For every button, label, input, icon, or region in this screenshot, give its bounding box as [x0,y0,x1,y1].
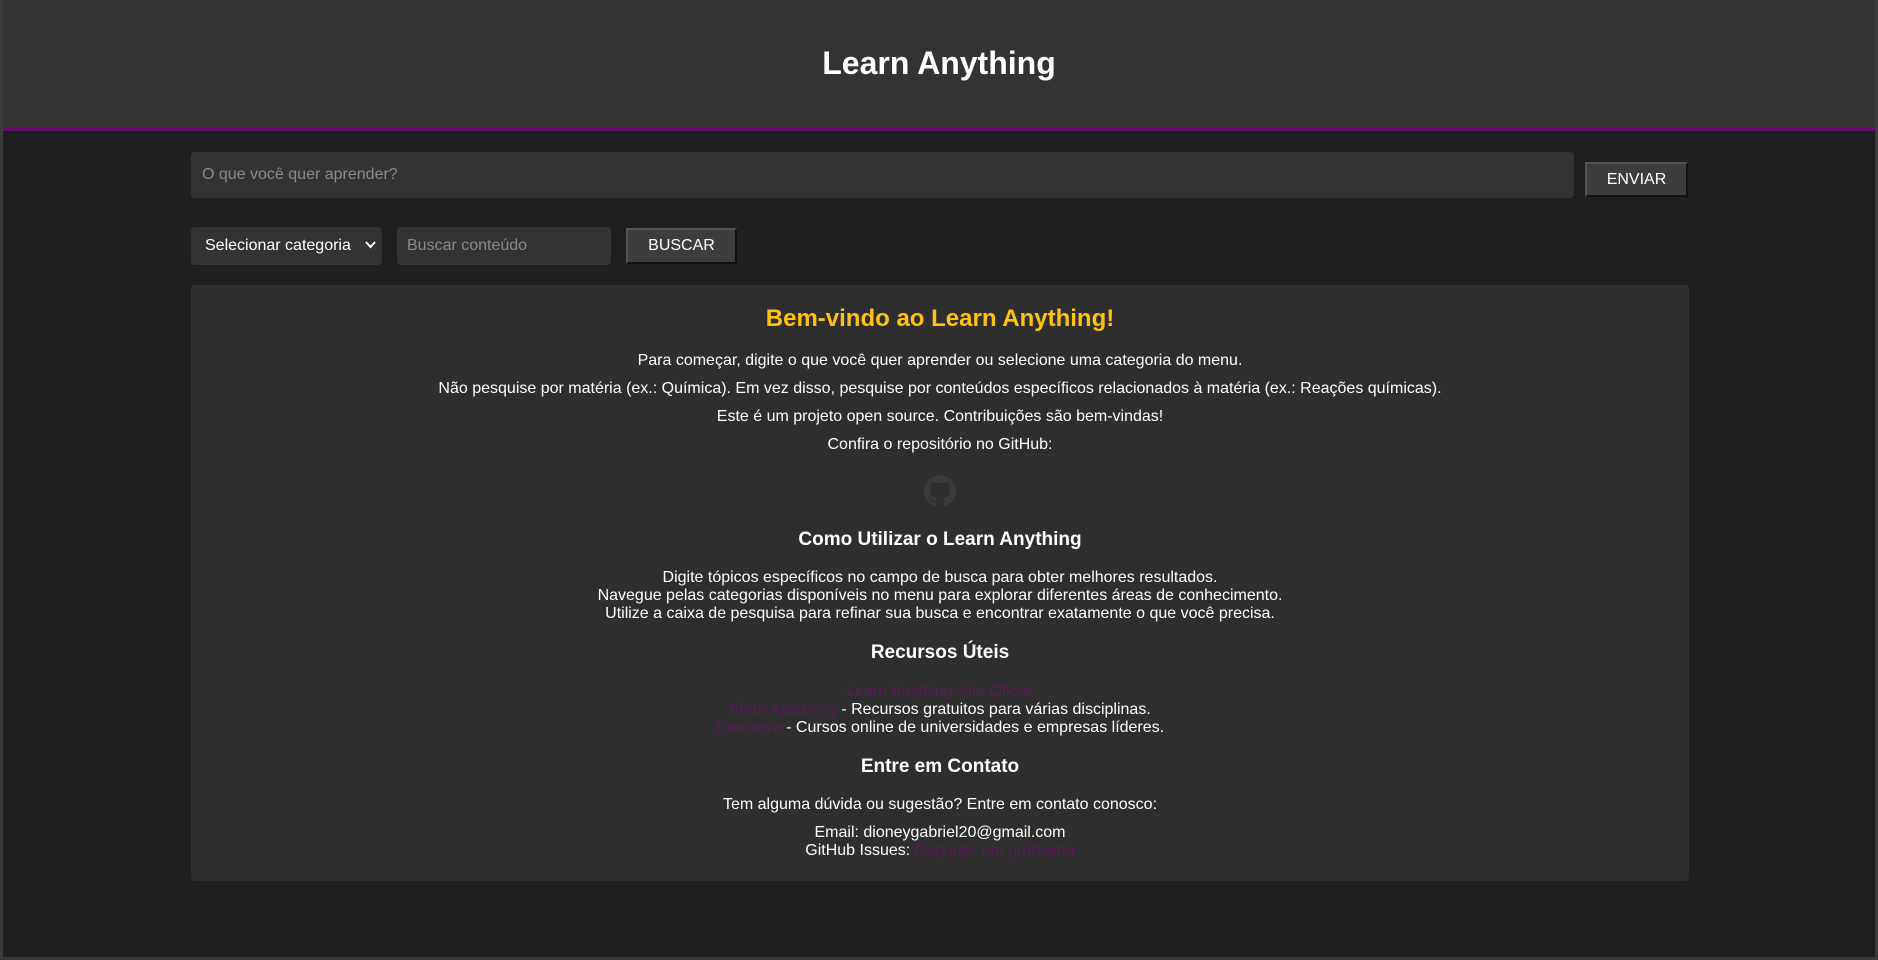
category-select[interactable]: Selecionar categoria [191,227,382,265]
welcome-line: Não pesquise por matéria (ex.: Química).… [438,380,1442,397]
welcome-title: Bem-vindo ao Learn Anything! [765,305,1115,332]
resource-desc: - Recursos gratuitos para várias discipl… [836,701,1151,718]
resource-link[interactable]: Coursera [716,719,782,736]
resources-title: Recursos Úteis [870,642,1010,663]
category-select-value: Selecionar categoria [205,237,351,254]
content-search-input[interactable] [397,227,611,265]
usage-line: Digite tópicos específicos no campo de b… [662,569,1218,586]
search-button[interactable]: BUSCAR [626,228,737,264]
page-title: Learn Anything [822,45,1056,81]
github-icon[interactable] [924,475,956,507]
issues-link[interactable]: Reportar um problema [915,842,1075,859]
header: Learn Anything [3,0,1875,131]
issues-label: GitHub Issues: [805,842,915,859]
welcome-line: Para começar, digite o que você quer apr… [637,352,1243,369]
usage-title: Como Utilizar o Learn Anything [798,529,1082,550]
resource-item: Learn Anything Site Oficial [191,683,1689,701]
chevron-down-icon [365,238,376,252]
resource-desc: - Cursos online de universidades e empre… [781,719,1165,736]
contact-title: Entre em Contato [860,756,1020,777]
send-button[interactable]: ENVIAR [1585,162,1688,197]
usage-line: Navegue pelas categorias disponíveis no … [597,587,1283,604]
ask-input[interactable] [191,152,1574,198]
usage-line: Utilize a caixa de pesquisa para refinar… [605,605,1275,622]
welcome-line: Confira o repositório no GitHub: [827,436,1053,453]
resource-item: Coursera - Cursos online de universidade… [191,719,1689,737]
contact-issues: GitHub Issues: Reportar um problema [191,842,1689,860]
welcome-panel: Bem-vindo ao Learn Anything! Para começa… [191,285,1689,881]
contact-email: Email: dioneygabriel20@gmail.com [814,824,1066,841]
resource-link[interactable]: Khan Academy [729,701,837,718]
resource-link[interactable]: Learn Anything Site Oficial [846,683,1034,700]
contact-intro: Tem alguma dúvida ou sugestão? Entre em … [722,796,1158,813]
welcome-line: Este é um projeto open source. Contribui… [716,408,1164,425]
resource-item: Khan Academy - Recursos gratuitos para v… [191,701,1689,719]
